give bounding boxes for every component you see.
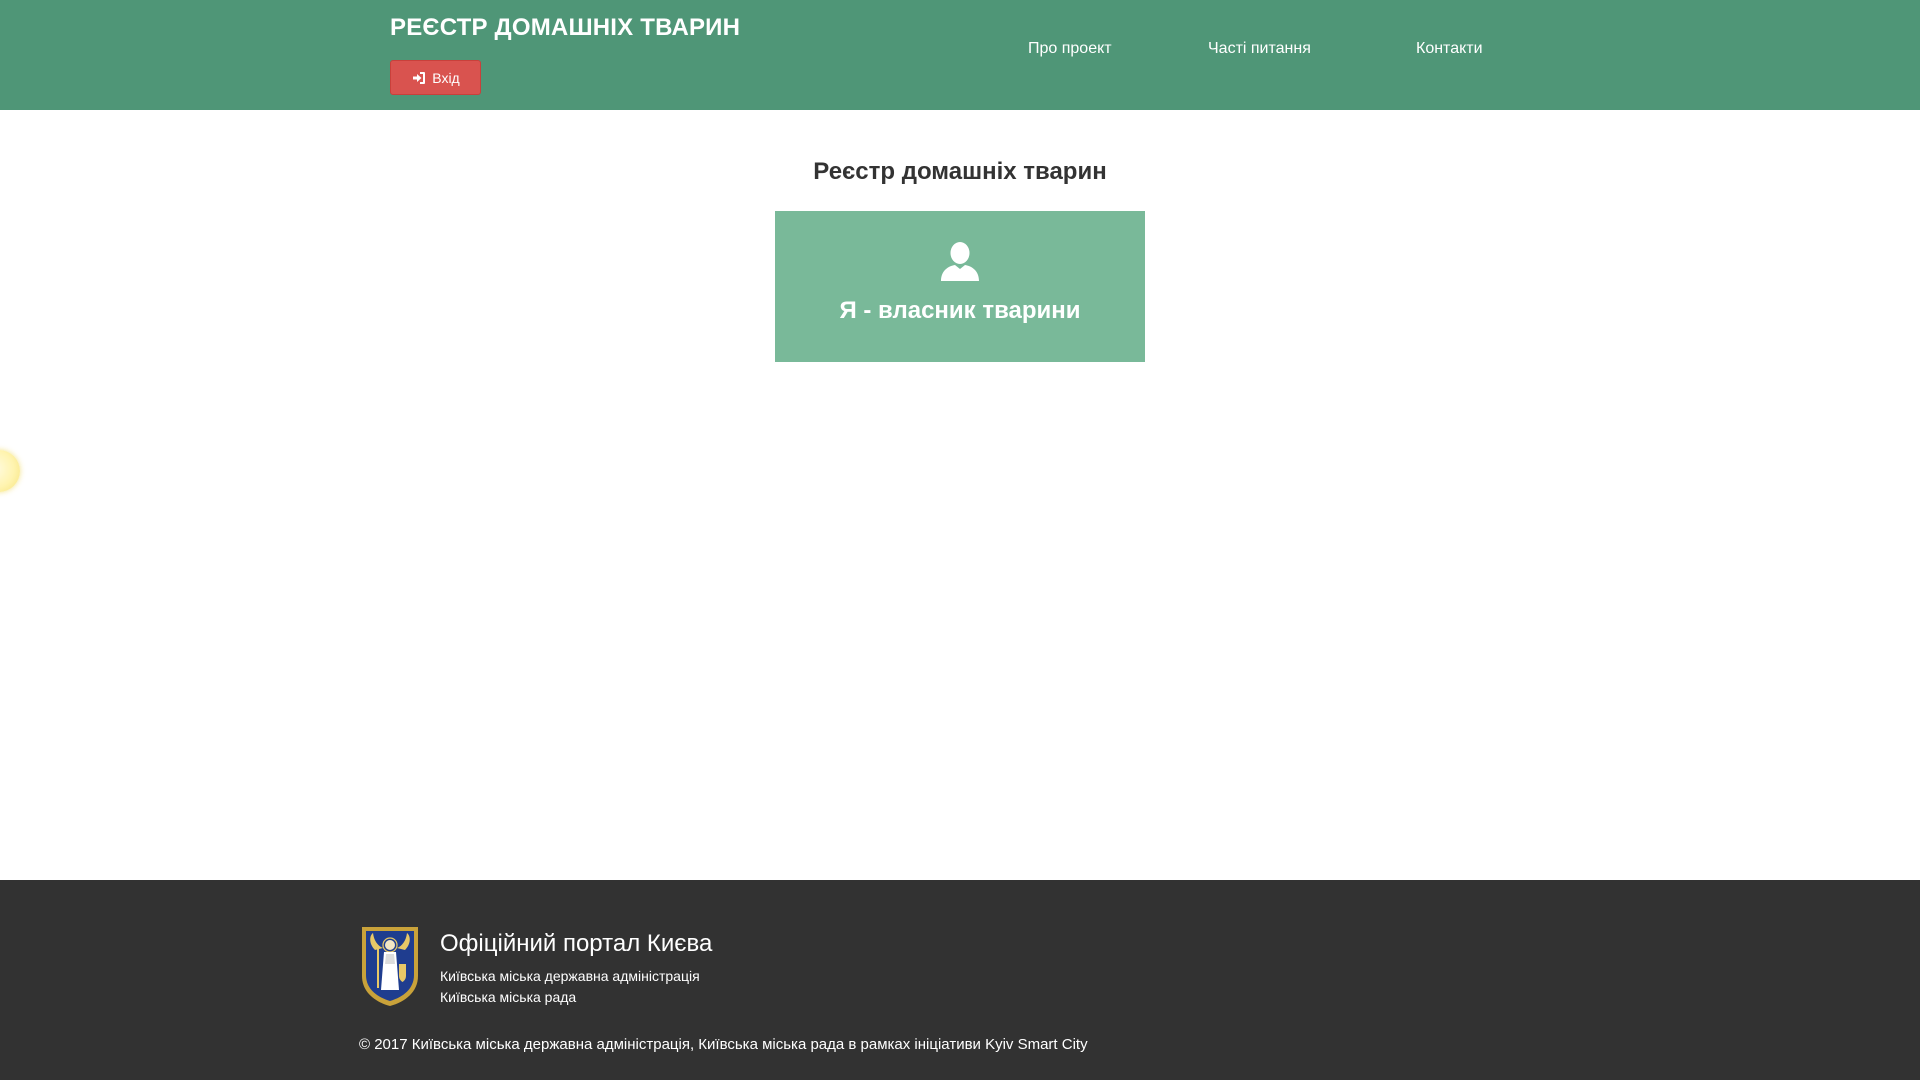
owner-role-label: Я - власник тварини [839,297,1081,324]
copyright-text: © 2017 Київська міська державна адмініст… [359,1036,1088,1053]
login-button[interactable]: Вхід [390,60,481,95]
site-title[interactable]: РЕЄСТР ДОМАШНІХ ТВАРИН [390,14,740,42]
footer-org-line: Київська міська рада [440,989,577,1005]
nav-link-contacts[interactable]: Контакти [1416,40,1483,58]
page: РЕЄСТР ДОМАШНІХ ТВАРИН Вхід Про проект Ч… [0,0,1920,1080]
site-header: РЕЄСТР ДОМАШНІХ ТВАРИН Вхід Про проект Ч… [0,0,1920,110]
floating-widget-button[interactable] [0,450,20,492]
footer-org-line: Київська міська державна адміністрація [440,968,700,984]
owner-role-card[interactable]: Я - власник тварини [775,211,1145,362]
nav-link-faq[interactable]: Часті питання [1208,40,1311,58]
portal-title-link[interactable]: Офіційний портал Києва [440,930,712,958]
user-icon [938,239,982,283]
sign-in-icon [411,70,427,86]
site-footer: Офіційний портал Києва Київська міська д… [0,880,1920,1080]
nav-link-about[interactable]: Про проект [1028,40,1112,58]
kyiv-coat-of-arms-icon[interactable] [359,924,421,1008]
login-button-label: Вхід [432,69,460,86]
page-title: Реєстр домашніх тварин [813,158,1107,185]
